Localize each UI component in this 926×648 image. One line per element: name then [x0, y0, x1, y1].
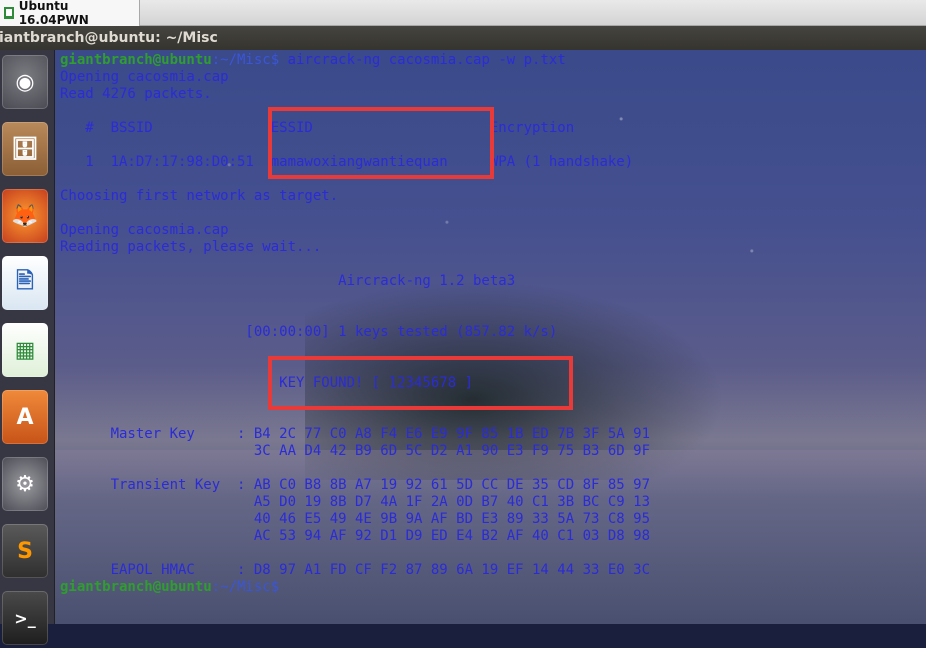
launcher-item-calc[interactable]: ▦: [0, 320, 50, 380]
prompt-user: giantbranch@ubuntu: [60, 52, 212, 68]
key-found-highlight-box: [268, 356, 573, 410]
final-prompt-user: giantbranch@ubuntu: [60, 579, 212, 595]
software-center-icon: A: [2, 390, 48, 444]
vm-tab-title: Ubuntu 16.04PWN: [18, 0, 89, 27]
terminal-line: Master Key : B4 2C 77 C0 A8 F4 E6 E9 9F …: [60, 426, 651, 442]
launcher-item-sublime[interactable]: S: [0, 521, 50, 581]
essid-highlight-box: [268, 107, 494, 179]
command-text: aircrack-ng cacosmia.cap -w p.txt: [279, 52, 566, 68]
terminal-line: 3C AA D4 42 B9 6D 5C D2 A1 90 E3 F9 75 B…: [60, 443, 651, 459]
terminal-line: Choosing first network as target.: [60, 188, 339, 204]
launcher-item-writer[interactable]: 🖹: [0, 253, 50, 313]
libreoffice-calc-icon: ▦: [2, 323, 48, 377]
final-prompt-line[interactable]: giantbranch@ubuntu:~/Misc$: [60, 579, 650, 596]
launcher-item-files[interactable]: 🗄: [0, 119, 50, 179]
terminal-line: Read 4276 packets.: [60, 86, 212, 102]
launcher-item-dash[interactable]: ◉: [0, 52, 50, 112]
final-prompt-path: :~/Misc: [211, 579, 271, 595]
terminal-line: [00:00:00] 1 keys tested (857.82 k/s): [60, 324, 558, 340]
launcher-item-terminal[interactable]: >_: [0, 588, 50, 648]
ubuntu-dash-icon: ◉: [2, 55, 48, 109]
libreoffice-writer-icon: 🖹: [2, 256, 48, 310]
terminal-window[interactable]: giantbranch@ubuntu:~/Misc$ aircrack-ng c…: [55, 50, 926, 624]
window-titlebar[interactable]: iantbranch@ubuntu: ~/Misc: [0, 26, 926, 50]
terminal-line: A5 D0 19 8B D7 4A 1F 2A 0D B7 40 C1 3B B…: [60, 494, 651, 510]
prompt-symbol: $: [270, 52, 280, 68]
terminal-line: Transient Key : AB C0 B8 8B A7 19 92 61 …: [60, 477, 651, 493]
vm-tab-ubuntu[interactable]: Ubuntu 16.04PWN: [0, 0, 140, 27]
window-title: iantbranch@ubuntu: ~/Misc: [0, 30, 218, 46]
launcher-item-software[interactable]: A: [0, 387, 50, 447]
terminal-line: Opening cacosmia.cap: [60, 222, 229, 238]
terminal-line: Reading packets, please wait...: [60, 239, 322, 255]
command-line: giantbranch@ubuntu:~/Misc$ aircrack-ng c…: [60, 52, 650, 69]
prompt-path: :~/Misc: [211, 52, 271, 68]
vm-tab-bar: Ubuntu 16.04PWN: [0, 0, 926, 27]
sublime-text-icon: S: [2, 524, 48, 578]
files-icon: 🗄: [2, 122, 48, 176]
final-prompt-symbol: $: [270, 579, 280, 595]
vm-icon: [4, 7, 14, 19]
launcher-item-firefox[interactable]: 🦊: [0, 186, 50, 246]
terminal-icon: >_: [2, 591, 48, 645]
terminal-line: EAPOL HMAC : D8 97 A1 FD CF F2 87 89 6A …: [60, 562, 651, 578]
firefox-icon: 🦊: [2, 189, 48, 243]
launcher-item-settings[interactable]: ⚙: [0, 454, 50, 514]
terminal-line: Opening cacosmia.cap: [60, 69, 229, 85]
system-settings-icon: ⚙: [2, 457, 48, 511]
terminal-line: AC 53 94 AF 92 D1 D9 ED E4 B2 AF 40 C1 0…: [60, 528, 651, 544]
unity-launcher: ◉ 🗄 🦊 🖹 ▦ A ⚙ S >_: [0, 50, 55, 645]
terminal-line: 40 46 E5 49 4E 9B 9A AF BD E3 89 33 5A 7…: [60, 511, 651, 527]
terminal-line: Aircrack-ng 1.2 beta3: [60, 273, 516, 289]
